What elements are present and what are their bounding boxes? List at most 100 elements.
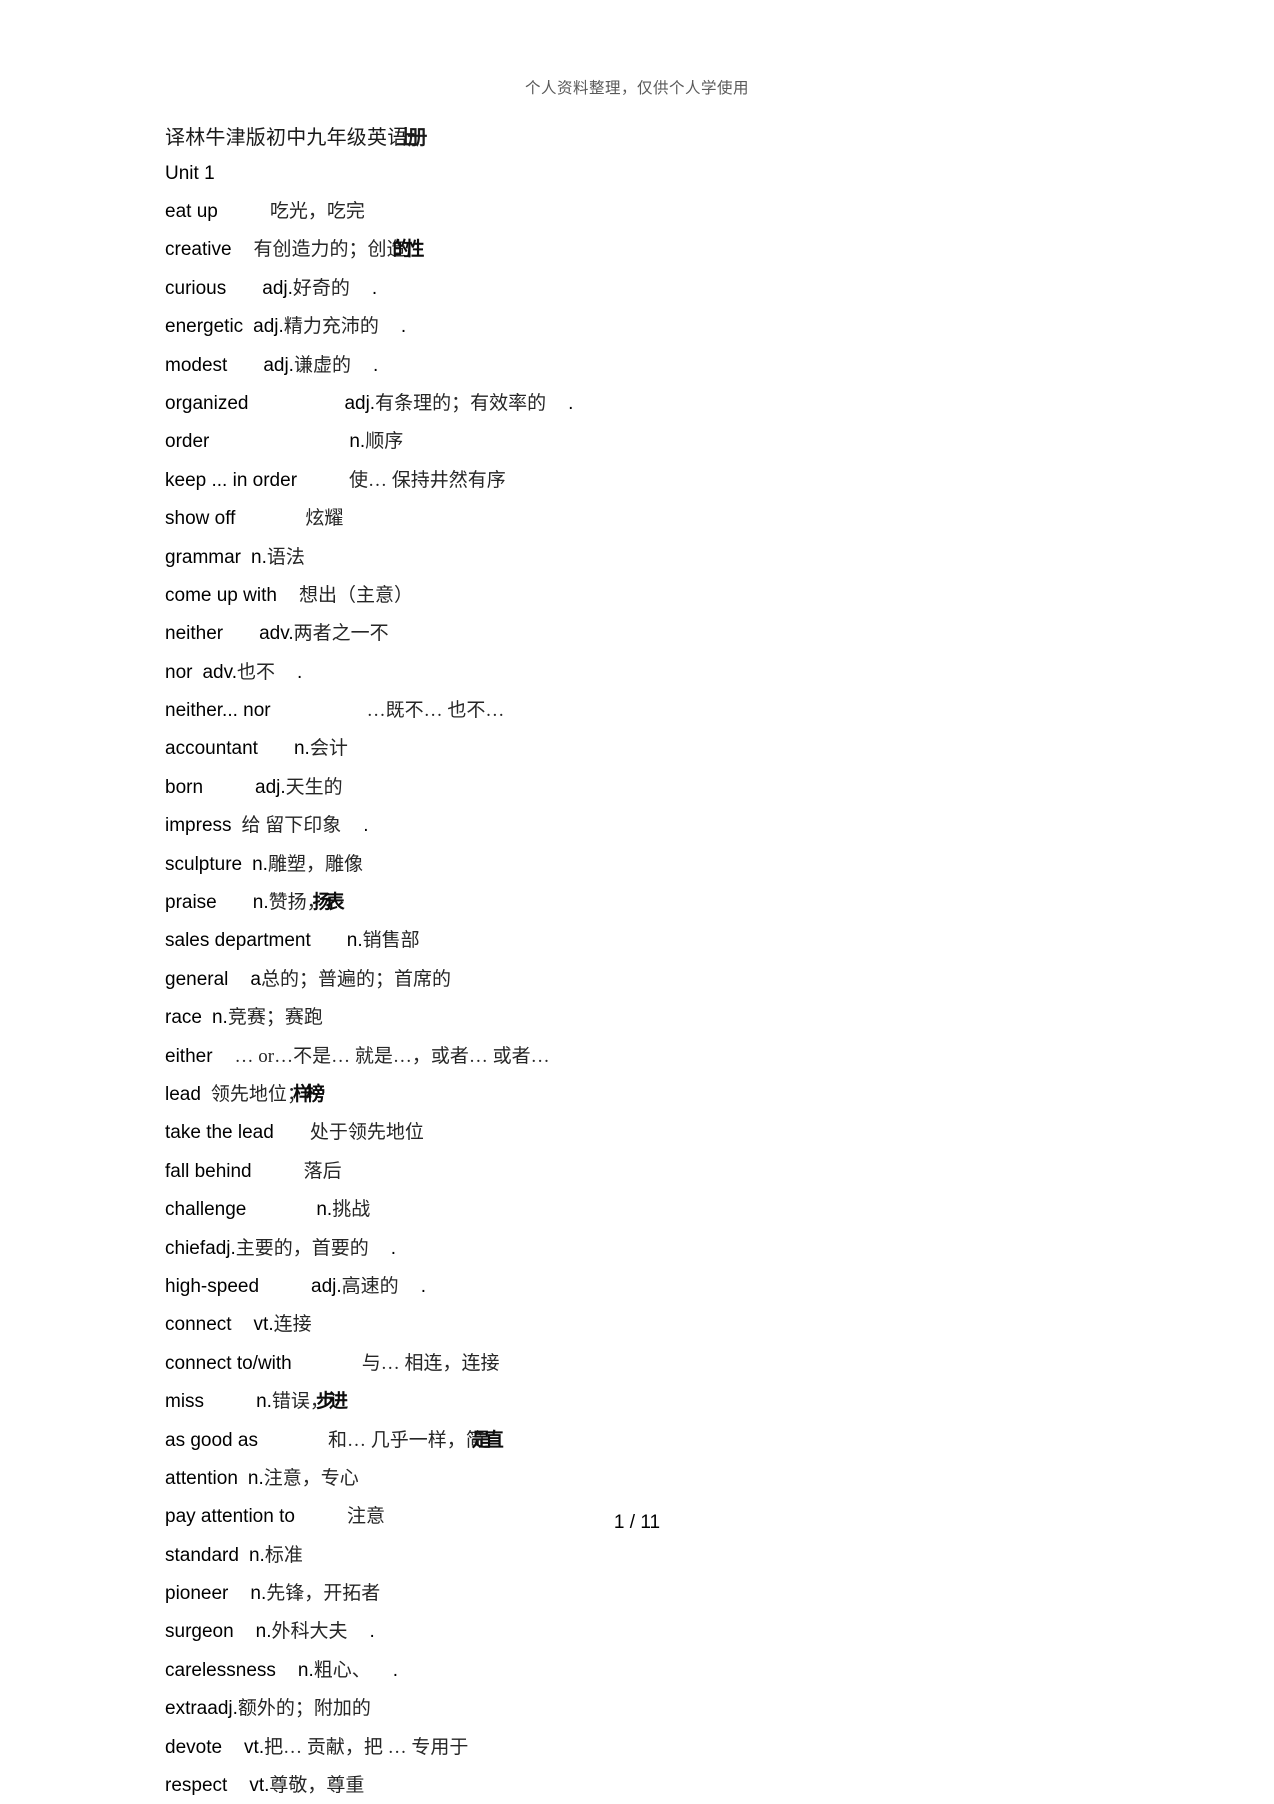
vocab-overlap-b: 样 <box>292 1083 312 1105</box>
vocab-definition: …既不… 也不… <box>366 700 505 722</box>
vocab-term: praise <box>165 892 217 914</box>
watermark-overlap: 使用 <box>717 76 749 98</box>
vocab-definition: … or…不是… 就是…，或者… 或者… <box>234 1045 550 1067</box>
vocab-entry: modest adj.谦虚的. <box>165 356 1125 375</box>
vocab-definition: 粗心、 <box>313 1659 371 1681</box>
vocab-part-of-speech: n. <box>255 1621 272 1643</box>
vocab-overlap-glyphs: 榜样 <box>293 1085 325 1104</box>
vocab-term: respect <box>165 1775 228 1797</box>
vocab-entry: curious adj.好奇的. <box>165 279 1125 298</box>
vocab-definition: 吃光，吃完 <box>269 201 365 222</box>
vocab-definition: 领先地位； <box>210 1083 306 1105</box>
vocab-definition: 给 留下印象 <box>241 815 342 837</box>
vocab-trailing-punctuation: . <box>568 392 574 414</box>
vocab-part-of-speech: a <box>250 968 261 990</box>
vocab-term: as good as <box>165 1429 258 1451</box>
vocab-part-of-speech: adj. <box>263 354 294 376</box>
vocab-definition: 处于领先地位 <box>309 1122 424 1144</box>
vocab-term: pioneer <box>165 1583 229 1605</box>
vocab-part-of-speech: adj. <box>262 277 293 299</box>
vocab-part-of-speech: n. <box>211 1007 228 1029</box>
vocab-overlap-b: 扬 <box>312 892 332 914</box>
vocab-part-of-speech: adj. <box>207 1698 238 1720</box>
vocab-definition: 总的；普遍的；首席的 <box>260 968 451 990</box>
vocab-term: neither... nor <box>165 700 271 722</box>
vocab-entry: either … or…不是… 就是…，或者… 或者… <box>165 1047 1125 1066</box>
vocab-term: race <box>165 1007 202 1029</box>
vocab-entry: grammar n.语法 <box>165 548 1125 567</box>
vocab-part-of-speech: n. <box>250 1583 267 1605</box>
vocab-part-of-speech: n. <box>346 930 363 952</box>
vocab-term: challenge <box>165 1199 247 1221</box>
watermark-overlap-text: 使用 <box>717 80 750 97</box>
vocab-term: connect <box>165 1314 232 1336</box>
watermark-text: 个人资料整理，仅供个人学 <box>524 80 717 97</box>
vocab-entry: energetic adj.精力充沛的. <box>165 317 1125 336</box>
vocab-term: grammar <box>165 546 242 568</box>
vocab-entry: order n.顺序 <box>165 432 1125 451</box>
vocab-part-of-speech: adj. <box>311 1275 342 1297</box>
vocab-term: nor <box>165 661 193 683</box>
vocab-entry: as good as 和… 几乎一样，简直是 <box>165 1431 1125 1450</box>
vocab-entry: connect vt.连接 <box>165 1315 1125 1334</box>
vocab-trailing-punctuation: . <box>392 1659 399 1681</box>
vocab-term: surgeon <box>165 1621 234 1643</box>
vocab-definition: 谦虚的 <box>293 354 351 376</box>
vocab-entry: come up with 想出（主意） <box>165 586 1125 605</box>
vocab-term: come up with <box>165 584 277 606</box>
vocab-definition: 精力充沛的 <box>283 316 379 338</box>
vocab-definition: 好奇的 <box>292 277 350 299</box>
vocab-entry: devote vt.把… 贡献，把 … 专用于 <box>165 1738 1125 1757</box>
vocab-trailing-punctuation: . <box>390 1237 397 1259</box>
vocab-entry: eat up 吃光，吃完 <box>165 202 1125 221</box>
vocab-part-of-speech: vt. <box>244 1736 265 1758</box>
vocab-part-of-speech: n. <box>251 546 267 568</box>
page-title: 译林牛津版初中九年级英语册上 <box>165 128 1125 148</box>
vocab-part-of-speech: n. <box>297 1659 314 1681</box>
vocab-term: standard <box>165 1544 239 1566</box>
vocab-definition: 使… 保持井然有序 <box>349 469 506 491</box>
vocab-part-of-speech: adj. <box>255 776 286 798</box>
vocab-entry: organized adj.有条理的；有效率的. <box>165 394 1125 413</box>
vocab-definition: 标准 <box>264 1544 303 1566</box>
vocab-term: eat up <box>165 201 218 222</box>
vocab-overlap-glyphs: 表扬 <box>313 893 345 912</box>
vocab-term: attention <box>165 1467 238 1489</box>
vocab-definition: 先锋，开拓者 <box>266 1583 381 1605</box>
vocab-term: energetic <box>165 316 244 338</box>
vocab-overlap-b: 是 <box>471 1429 491 1451</box>
vocab-trailing-punctuation: . <box>372 354 379 376</box>
vocab-definition: 炫耀 <box>305 508 344 530</box>
vocab-term: chief <box>165 1237 206 1259</box>
vocab-part-of-speech: vt. <box>253 1314 274 1336</box>
vocab-definition: 竞赛；赛跑 <box>227 1007 323 1029</box>
vocab-part-of-speech: adj. <box>344 392 376 414</box>
vocab-entry: show off 炫耀 <box>165 509 1125 528</box>
vocab-trailing-punctuation: . <box>420 1275 426 1297</box>
vocab-entry: neither... nor …既不… 也不… <box>165 701 1125 720</box>
vocab-trailing-punctuation: . <box>297 661 303 683</box>
vocab-definition: 外科大夫 <box>271 1621 348 1643</box>
vocab-term: keep ... in order <box>165 469 298 491</box>
vocab-term: creative <box>165 239 232 261</box>
vocab-term: devote <box>165 1736 223 1758</box>
vocab-definition: 会计 <box>309 738 348 760</box>
document-page: 个人资料整理，仅供个人学使用 译林牛津版初中九年级英语册上 Unit 1 eat… <box>0 0 1274 1804</box>
vocab-term: either <box>165 1045 213 1067</box>
vocab-term: extra <box>165 1698 208 1720</box>
vocab-entry: miss n.错误，进步 <box>165 1392 1125 1411</box>
vocab-definition: 销售部 <box>362 930 420 952</box>
vocab-definition: 天生的 <box>285 776 343 798</box>
vocab-definition: 语法 <box>266 546 305 568</box>
vocab-definition: 注意，专心 <box>263 1467 359 1489</box>
vocab-term: born <box>165 776 204 798</box>
vocab-entry: lead 领先地位；榜样 <box>165 1085 1125 1104</box>
vocab-entry: carelessness n.粗心、. <box>165 1661 1125 1680</box>
vocab-definition: 额外的；附加的 <box>237 1698 371 1720</box>
vocab-entry: surgeon n.外科大夫. <box>165 1622 1125 1641</box>
vocab-term: high-speed <box>165 1275 260 1297</box>
vocab-term: take the lead <box>165 1122 274 1144</box>
vocab-part-of-speech: vt. <box>249 1775 270 1797</box>
vocab-definition: 也不 <box>236 661 275 683</box>
vocab-definition: 连接 <box>273 1314 312 1336</box>
